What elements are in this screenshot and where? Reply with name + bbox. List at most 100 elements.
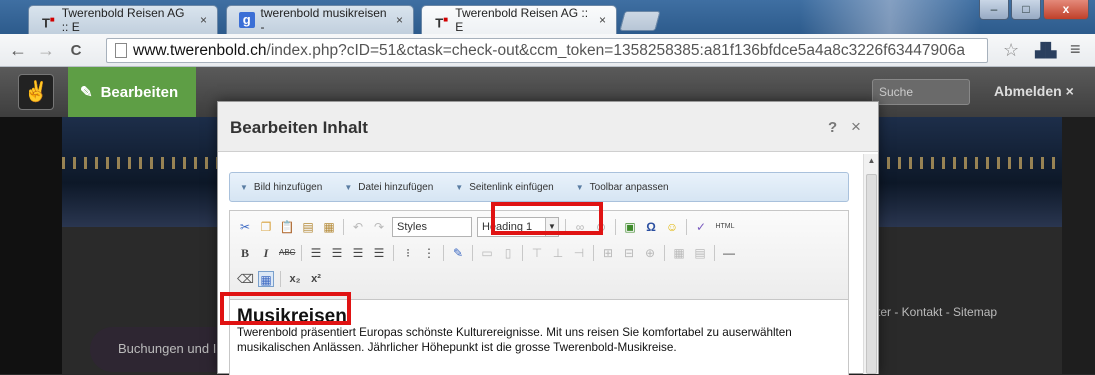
page-background-left	[0, 117, 62, 374]
desktop-background	[800, 0, 980, 34]
paste-text-icon[interactable]: ▤	[300, 219, 316, 235]
back-button[interactable]: ←	[6, 40, 30, 61]
html-source-button[interactable]: HTML	[714, 219, 736, 235]
add-file-link[interactable]: ▼ Datei hinzufügen	[344, 182, 433, 193]
numbered-list-icon[interactable]: ⋮	[421, 245, 437, 261]
visual-aid-icon[interactable]: ▦	[258, 271, 274, 287]
logout-label: Abmelden	[994, 83, 1062, 99]
image-icon[interactable]: ▣	[622, 219, 638, 235]
cms-search-input[interactable]: Suche	[872, 79, 970, 105]
align-center-icon[interactable]: ☰	[329, 245, 345, 261]
dialog-header: Bearbeiten Inhalt ? ×	[218, 102, 878, 152]
paste-icon[interactable]: 📋	[279, 219, 295, 235]
redo-icon[interactable]: ↷	[371, 219, 387, 235]
tab-close-icon[interactable]: ×	[200, 13, 207, 27]
edit-mode-button[interactable]: ✎ Bearbeiten	[68, 67, 196, 117]
horizontal-rule-icon[interactable]: —	[721, 245, 737, 261]
separator	[522, 245, 523, 261]
table-row-icon[interactable]: ▭	[479, 245, 495, 261]
extension-icon[interactable]: ▟▙	[1035, 42, 1057, 59]
bold-icon[interactable]: B	[237, 245, 253, 261]
insert-page-link[interactable]: ▼ Seitenlink einfügen	[455, 182, 553, 193]
twerenbold-favicon: T■	[435, 15, 449, 31]
twerenbold-favicon: T■	[41, 15, 55, 31]
forward-button[interactable]: →	[34, 40, 58, 61]
content-paragraph[interactable]: Twerenbold präsentiert Europas schönste …	[237, 326, 842, 355]
styles-select[interactable]: Styles	[392, 217, 472, 237]
page-icon	[115, 43, 127, 58]
tab-title: twerenbold musikreisen -	[260, 6, 387, 34]
browser-tab-1[interactable]: T■ Twerenbold Reisen AG :: E ×	[28, 5, 218, 34]
url-host: www.twerenbold.ch	[133, 41, 267, 59]
cell-props-icon[interactable]: ⊕	[642, 245, 658, 261]
browser-tab-3-active[interactable]: T■ Twerenbold Reisen AG :: E ×	[421, 5, 617, 34]
customize-toolbar-link[interactable]: ▼ Toolbar anpassen	[576, 182, 669, 193]
url-path: /index.php?cID=51&ctask=check-out&ccm_to…	[266, 41, 966, 59]
separator	[343, 219, 344, 235]
reload-button[interactable]: C	[64, 42, 88, 59]
footer-links: ter - Kontakt - Sitemap	[877, 305, 998, 319]
dialog-scrollbar[interactable]: ▲	[863, 154, 878, 374]
minimize-button[interactable]: –	[979, 0, 1009, 20]
chrome-menu-icon[interactable]: ≡	[1070, 39, 1081, 60]
eraser-icon[interactable]: ⌫	[237, 271, 254, 287]
insert-row-before-icon[interactable]: ⊤	[529, 245, 545, 261]
paste-word-icon[interactable]: ▦	[321, 219, 337, 235]
special-char-icon[interactable]: Ω	[643, 219, 659, 235]
table-icon[interactable]: ▦	[671, 245, 687, 261]
delete-row-icon[interactable]: ⊣	[571, 245, 587, 261]
browser-tab-2[interactable]: g twerenbold musikreisen - ×	[226, 5, 414, 34]
align-left-icon[interactable]: ☰	[308, 245, 324, 261]
address-bar[interactable]: www.twerenbold.ch/index.php?cID=51&ctask…	[106, 38, 988, 63]
toolbar-row-1: ✂ ❐ 📋 ▤ ▦ ↶ ↷ Styles Heading 1 ▼ ∞ ⊘ ▣ Ω…	[237, 216, 736, 238]
separator	[714, 245, 715, 261]
add-image-link[interactable]: ▼ Bild hinzufügen	[240, 182, 322, 193]
bullet-list-icon[interactable]: ⁝	[400, 245, 416, 261]
concrete5-logo-icon[interactable]: ✌	[18, 74, 54, 110]
table-props-icon[interactable]: ▤	[692, 245, 708, 261]
split-cell-icon[interactable]: ⊞	[600, 245, 616, 261]
dialog-title: Bearbeiten Inhalt	[230, 118, 368, 137]
subscript-icon[interactable]: x₂	[287, 271, 303, 287]
new-tab-button[interactable]	[619, 11, 661, 31]
window-close-button[interactable]: x	[1043, 0, 1089, 20]
google-favicon: g	[239, 12, 255, 28]
bookings-panel-text: Buchungen und Ir	[118, 341, 221, 356]
edit-table-icon[interactable]: ✎	[450, 245, 466, 261]
bookmark-star-icon[interactable]: ☆	[1003, 40, 1019, 61]
dialog-close-icon[interactable]: ×	[851, 117, 861, 137]
spellcheck-icon[interactable]: ✓	[693, 219, 709, 235]
separator	[615, 219, 616, 235]
align-right-icon[interactable]: ☰	[350, 245, 366, 261]
align-justify-icon[interactable]: ☰	[371, 245, 387, 261]
separator	[686, 219, 687, 235]
merge-cell-icon[interactable]: ⊟	[621, 245, 637, 261]
separator	[664, 245, 665, 261]
separator	[393, 245, 394, 261]
browser-titlebar: T■ Twerenbold Reisen AG :: E × g twerenb…	[0, 0, 1095, 34]
logout-close-icon: ×	[1065, 83, 1074, 99]
insert-row-after-icon[interactable]: ⊥	[550, 245, 566, 261]
tab-title: Twerenbold Reisen AG :: E	[61, 6, 185, 34]
cut-icon[interactable]: ✂	[237, 219, 253, 235]
scroll-thumb[interactable]	[866, 174, 877, 374]
pencil-icon: ✎	[80, 84, 93, 101]
scroll-up-arrow-icon[interactable]: ▲	[864, 156, 879, 165]
superscript-icon[interactable]: x²	[308, 271, 324, 287]
edit-content-dialog: Bearbeiten Inhalt ? × ▲ ▼ Bild hinzufügen…	[217, 101, 879, 375]
maximize-button[interactable]: □	[1011, 0, 1041, 20]
tab-close-icon[interactable]: ×	[599, 13, 606, 27]
table-col-icon[interactable]: ▯	[500, 245, 516, 261]
separator	[443, 245, 444, 261]
strikethrough-icon[interactable]: ABC	[279, 245, 295, 261]
separator	[593, 245, 594, 261]
help-icon[interactable]: ?	[828, 119, 837, 136]
undo-icon[interactable]: ↶	[350, 219, 366, 235]
copy-icon[interactable]: ❐	[258, 219, 274, 235]
toolbar-row-2: B I ABC ☰ ☰ ☰ ☰ ⁝ ⋮ ✎ ▭ ▯ ⊤ ⊥ ⊣ ⊞ ⊟ ⊕ ▦	[237, 242, 737, 264]
italic-icon[interactable]: I	[258, 245, 274, 261]
logout-button[interactable]: Abmelden ×	[994, 83, 1074, 99]
heading-highlight-box	[220, 292, 351, 325]
smiley-icon[interactable]: ☺	[664, 219, 680, 235]
tab-close-icon[interactable]: ×	[396, 13, 403, 27]
